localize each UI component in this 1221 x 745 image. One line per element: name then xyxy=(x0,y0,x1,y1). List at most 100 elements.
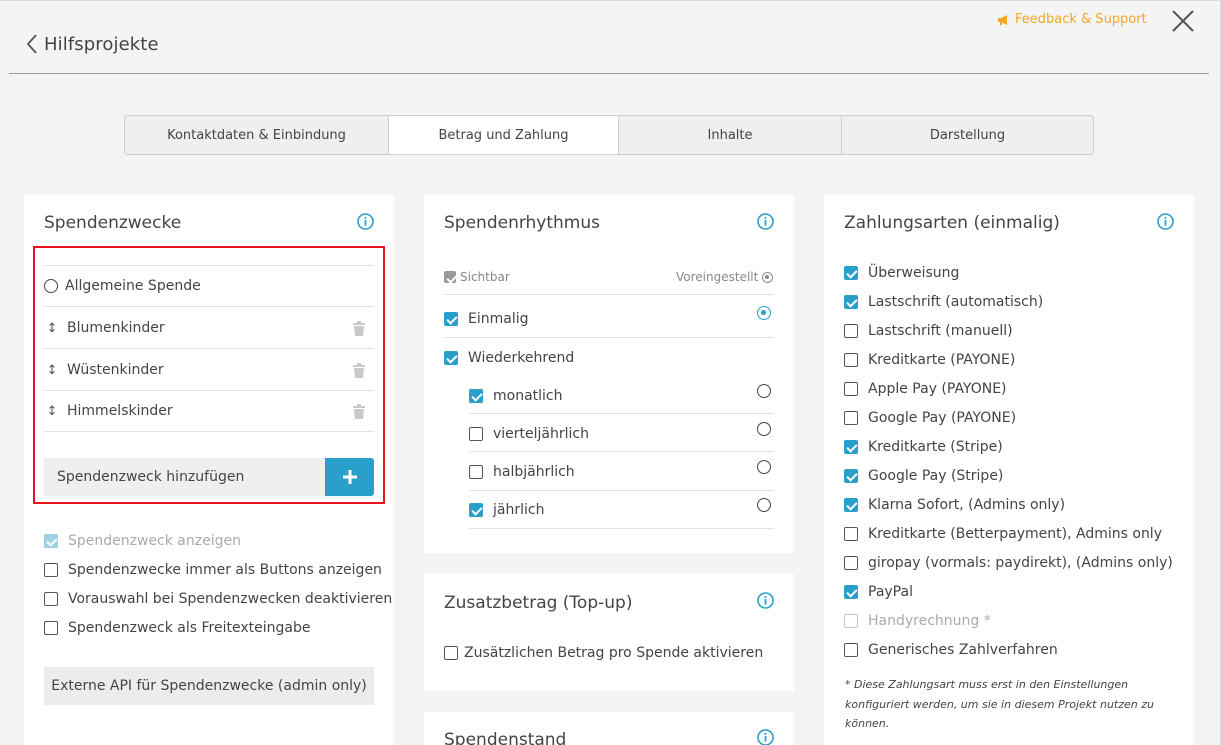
option-show-purpose[interactable]: Spendenzweck anzeigen xyxy=(44,533,241,549)
option-no-preselect[interactable]: Vorauswahl bei Spendenzwecken deaktivier… xyxy=(44,591,392,607)
checkbox[interactable] xyxy=(844,527,858,541)
checkbox-icon xyxy=(444,271,456,283)
tab-kontaktdaten[interactable]: Kontaktdaten & Einbindung xyxy=(125,116,389,154)
option-freetext[interactable]: Spendenzweck als Freitexteingabe xyxy=(44,620,310,636)
checkbox[interactable] xyxy=(444,312,458,326)
option-buttons[interactable]: Spendenzwecke immer als Buttons anzeigen xyxy=(44,562,382,578)
checkbox[interactable] xyxy=(44,534,58,548)
checkbox[interactable] xyxy=(469,389,483,403)
divider xyxy=(444,294,774,295)
payment-method-label: Generisches Zahlverfahren xyxy=(868,642,1058,658)
payment-method[interactable]: Lastschrift (automatisch) xyxy=(844,294,1043,310)
trash-icon[interactable] xyxy=(352,363,366,378)
info-icon[interactable] xyxy=(757,729,774,745)
tab-inhalte[interactable]: Inhalte xyxy=(619,116,842,154)
info-icon[interactable] xyxy=(1157,213,1174,230)
checkbox[interactable] xyxy=(444,351,458,365)
option-label: Spendenzweck anzeigen xyxy=(68,533,241,549)
checkbox[interactable] xyxy=(844,469,858,483)
checkbox[interactable] xyxy=(469,465,483,479)
rhythm-recurring[interactable]: Wiederkehrend xyxy=(444,350,574,366)
checkbox[interactable] xyxy=(844,295,858,309)
trash-icon[interactable] xyxy=(352,404,366,419)
payment-method[interactable]: Lastschrift (manuell) xyxy=(844,323,1013,339)
checkbox[interactable] xyxy=(44,592,58,606)
divider xyxy=(469,451,774,452)
header-divider xyxy=(9,73,1209,74)
checkbox[interactable] xyxy=(844,324,858,338)
checkbox[interactable] xyxy=(844,498,858,512)
default-radio[interactable] xyxy=(757,306,771,320)
external-api-button[interactable]: Externe API für Spendenzwecke (admin onl… xyxy=(44,667,374,705)
payment-method-label: Apple Pay (PAYONE) xyxy=(868,381,1007,397)
checkbox[interactable] xyxy=(44,621,58,635)
payment-method[interactable]: Kreditkarte (PAYONE) xyxy=(844,352,1015,368)
checkbox[interactable] xyxy=(844,585,858,599)
rhythm-quarterly[interactable]: vierteljährlich xyxy=(469,426,589,442)
tab-darstellung[interactable]: Darstellung xyxy=(842,116,1093,154)
payment-method[interactable]: Google Pay (Stripe) xyxy=(844,468,1003,484)
payment-method[interactable]: PayPal xyxy=(844,584,913,600)
column-default-label: Voreingestellt xyxy=(676,270,759,284)
checkbox[interactable] xyxy=(844,556,858,570)
payment-method[interactable]: Google Pay (PAYONE) xyxy=(844,410,1016,426)
back-link[interactable]: Hilfsprojekte xyxy=(26,33,159,55)
payment-method[interactable]: giropay (vormals: paydirekt), (Admins on… xyxy=(844,555,1173,571)
rhythm-label: vierteljährlich xyxy=(493,426,589,442)
default-radio[interactable] xyxy=(757,422,771,436)
checkbox[interactable] xyxy=(844,643,858,657)
tab-betrag-zahlung[interactable]: Betrag und Zahlung xyxy=(389,116,619,154)
checkbox[interactable] xyxy=(844,411,858,425)
purpose-item[interactable]: ↕ Blumenkinder xyxy=(44,308,374,349)
purpose-item[interactable]: ↕ Himmelskinder xyxy=(44,391,374,432)
radio-button[interactable] xyxy=(44,279,58,293)
add-purpose-button[interactable] xyxy=(325,458,374,496)
rhythm-once[interactable]: Einmalig xyxy=(444,311,529,327)
plus-icon xyxy=(342,470,357,484)
chevron-left-icon xyxy=(26,34,37,54)
purpose-item-label: Himmelskinder xyxy=(67,403,173,419)
rhythm-monthly[interactable]: monatlich xyxy=(469,388,563,404)
payment-method[interactable]: Generisches Zahlverfahren xyxy=(844,642,1058,658)
default-radio[interactable] xyxy=(757,498,771,512)
checkbox[interactable] xyxy=(844,440,858,454)
payment-method-label: Handyrechnung * xyxy=(868,613,991,629)
rhythm-halfyearly[interactable]: halbjährlich xyxy=(469,464,575,480)
info-icon[interactable] xyxy=(757,213,774,230)
payment-method[interactable]: Apple Pay (PAYONE) xyxy=(844,381,1007,397)
option-label: Spendenzweck als Freitexteingabe xyxy=(68,620,311,636)
feedback-support-link[interactable]: Feedback & Support xyxy=(997,12,1147,27)
drag-handle-icon[interactable]: ↕ xyxy=(46,363,58,378)
default-radio[interactable] xyxy=(757,460,771,474)
divider xyxy=(469,490,774,491)
close-icon[interactable] xyxy=(1171,9,1195,33)
payment-method-label: Google Pay (Stripe) xyxy=(868,468,1004,484)
checkbox[interactable] xyxy=(844,382,858,396)
checkbox[interactable] xyxy=(844,266,858,280)
payment-method[interactable]: Klarna Sofort, (Admins only) xyxy=(844,497,1065,513)
checkbox[interactable] xyxy=(469,427,483,441)
payment-method[interactable]: Überweisung xyxy=(844,265,959,281)
drag-handle-icon[interactable]: ↕ xyxy=(46,404,58,419)
drag-handle-icon[interactable]: ↕ xyxy=(46,321,58,336)
payment-method[interactable]: Kreditkarte (Betterpayment), Admins only xyxy=(844,526,1162,542)
status-title: Spendenstand xyxy=(444,730,567,745)
purpose-item[interactable]: ↕ Wüstenkinder xyxy=(44,350,374,391)
payment-method-label: Lastschrift (manuell) xyxy=(868,323,1013,339)
checkbox[interactable] xyxy=(444,646,458,660)
default-radio[interactable] xyxy=(757,384,771,398)
info-icon[interactable] xyxy=(757,592,774,609)
trash-icon[interactable] xyxy=(352,321,366,336)
payment-method[interactable]: Kreditkarte (Stripe) xyxy=(844,439,1003,455)
checkbox[interactable] xyxy=(44,563,58,577)
info-icon[interactable] xyxy=(357,213,374,230)
purpose-general[interactable]: Allgemeine Spende xyxy=(44,266,374,307)
checkbox[interactable] xyxy=(469,503,483,517)
checkbox[interactable] xyxy=(844,353,858,367)
topup-option[interactable]: Zusätzlichen Betrag pro Spende aktiviere… xyxy=(444,645,763,661)
payment-method-label: Lastschrift (automatisch) xyxy=(868,294,1044,310)
rhythm-yearly[interactable]: jährlich xyxy=(469,502,544,518)
rhythm-label: monatlich xyxy=(493,388,563,404)
payment-method-label: Google Pay (PAYONE) xyxy=(868,410,1017,426)
add-purpose-input[interactable]: Spendenzweck hinzufügen xyxy=(44,458,325,496)
